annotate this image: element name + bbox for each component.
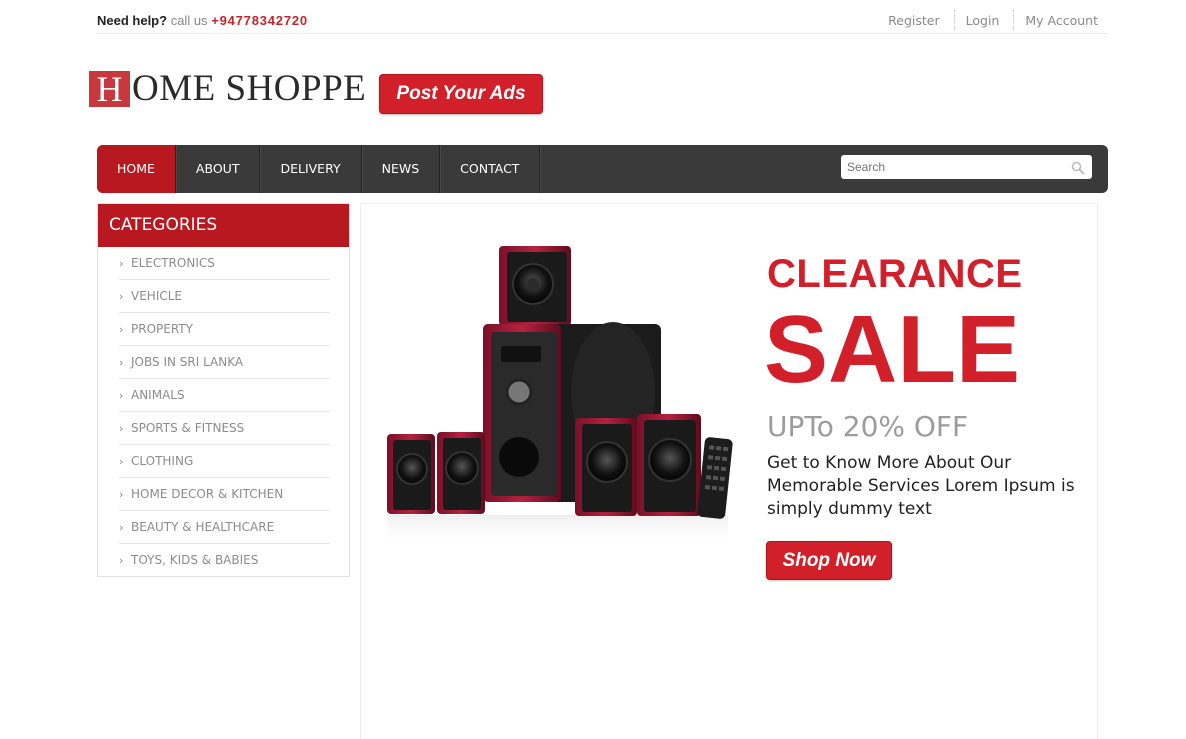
category-home-decor[interactable]: › HOME DECOR & KITCHEN xyxy=(119,478,330,511)
category-label: ANIMALS xyxy=(131,388,185,402)
help-label: Need help? xyxy=(97,13,168,28)
top-bar: Need help? call us +94778342720 Register… xyxy=(97,0,1108,34)
my-account-link[interactable]: My Account xyxy=(1025,10,1098,31)
category-toys[interactable]: › TOYS, KIDS & BABIES xyxy=(119,544,330,577)
category-label: ELECTRONICS xyxy=(131,256,215,270)
category-label: VEHICLE xyxy=(131,289,182,303)
chevron-right-icon: › xyxy=(119,356,124,369)
post-ads-button[interactable]: Post Your Ads xyxy=(379,74,543,114)
nav-item-delivery[interactable]: DELIVERY xyxy=(260,145,362,193)
chevron-right-icon: › xyxy=(119,521,124,534)
category-label: HOME DECOR & KITCHEN xyxy=(131,487,284,501)
speaker-system-image xyxy=(387,246,733,545)
login-link[interactable]: Login xyxy=(966,10,1000,31)
register-link[interactable]: Register xyxy=(888,10,939,31)
help-text: Need help? call us +94778342720 xyxy=(97,13,308,28)
site-logo[interactable]: H OME SHOPPE xyxy=(89,68,367,109)
categories-title: CATEGORIES xyxy=(98,204,349,247)
banner-headline: CLEARANCE xyxy=(767,252,1023,296)
logo-initial: H xyxy=(89,71,130,107)
chevron-right-icon: › xyxy=(119,389,124,402)
account-links: Register Login My Account xyxy=(888,10,1098,31)
link-divider xyxy=(953,10,955,30)
category-clothing[interactable]: › CLOTHING xyxy=(119,445,330,478)
promo-banner: CLEARANCE SALE UPTo 20% OFF Get to Know … xyxy=(360,203,1098,739)
category-property[interactable]: › PROPERTY xyxy=(119,313,330,346)
chevron-right-icon: › xyxy=(119,323,124,336)
category-label: CLOTHING xyxy=(131,454,194,468)
chevron-right-icon: › xyxy=(119,554,124,567)
category-list: › ELECTRONICS › VEHICLE › PROPERTY › JOBS IN… xyxy=(98,247,349,577)
nav-item-home[interactable]: HOME xyxy=(97,145,176,193)
chevron-right-icon: › xyxy=(119,455,124,468)
nav-item-contact[interactable]: CONTACT xyxy=(440,145,541,193)
category-animals[interactable]: › ANIMALS xyxy=(119,379,330,412)
categories-panel: CATEGORIES › ELECTRONICS › VEHICLE › PROPER… xyxy=(97,203,350,577)
chevron-right-icon: › xyxy=(119,488,124,501)
banner-description: Get to Know More About Our Memorable Ser… xyxy=(767,453,1075,519)
category-sports-fitness[interactable]: › SPORTS & FITNESS xyxy=(119,412,330,445)
main-nav: HOME ABOUT DELIVERY NEWS CONTACT xyxy=(97,145,1108,193)
shop-now-button[interactable]: Shop Now xyxy=(766,541,892,580)
banner-offer: UPTo 20% OFF xyxy=(767,410,969,443)
category-label: SPORTS & FITNESS xyxy=(131,421,245,435)
chevron-right-icon: › xyxy=(119,422,124,435)
banner-sale-text: SALE xyxy=(764,296,1021,403)
category-label: BEAUTY & HEALTHCARE xyxy=(131,520,275,534)
search-box xyxy=(841,155,1092,179)
category-vehicle[interactable]: › VEHICLE xyxy=(119,280,330,313)
chevron-right-icon: › xyxy=(119,290,124,303)
link-divider xyxy=(1013,10,1015,30)
call-label: call us xyxy=(170,13,208,28)
category-jobs[interactable]: › JOBS IN SRI LANKA xyxy=(119,346,330,379)
search-input[interactable] xyxy=(841,155,1061,179)
logo-text: OME SHOPPE xyxy=(132,68,367,109)
category-label: TOYS, KIDS & BABIES xyxy=(131,553,259,567)
phone-number[interactable]: +94778342720 xyxy=(211,13,308,28)
category-label: JOBS IN SRI LANKA xyxy=(131,355,244,369)
chevron-right-icon: › xyxy=(119,257,124,270)
nav-item-about[interactable]: ABOUT xyxy=(176,145,261,193)
category-label: PROPERTY xyxy=(131,322,193,336)
search-icon[interactable] xyxy=(1071,161,1085,175)
category-electronics[interactable]: › ELECTRONICS xyxy=(119,247,330,280)
nav-item-news[interactable]: NEWS xyxy=(362,145,441,193)
category-beauty[interactable]: › BEAUTY & HEALTHCARE xyxy=(119,511,330,544)
